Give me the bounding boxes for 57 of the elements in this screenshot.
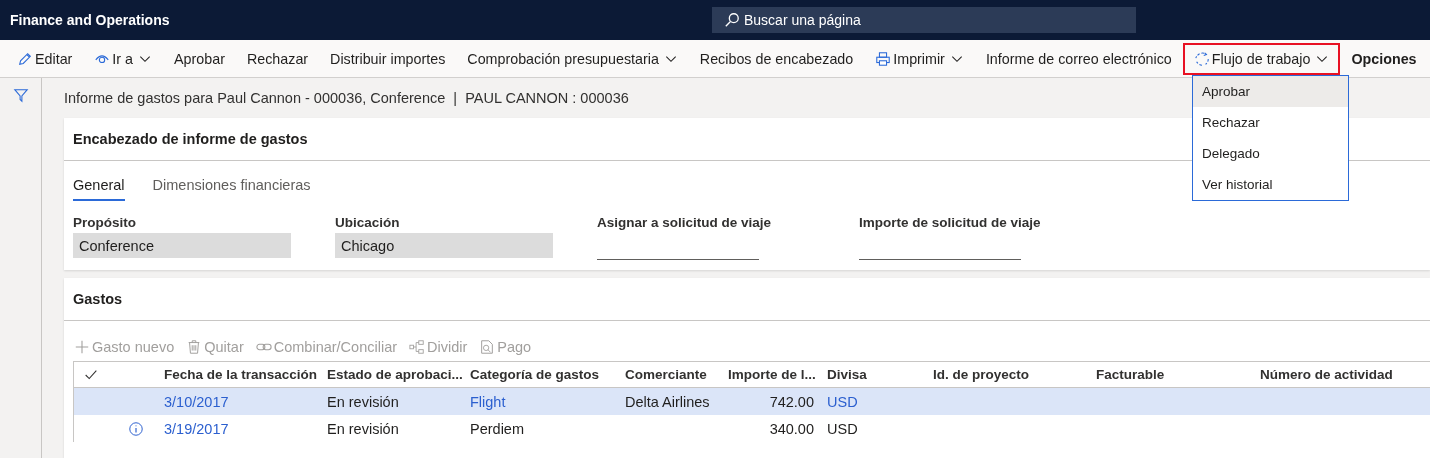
toolbar-button[interactable]: Informe de correo electrónico (974, 42, 1183, 75)
cycle-icon (1193, 50, 1210, 67)
toolbar-button[interactable]: Ir a (83, 42, 164, 75)
input-field[interactable]: Chicago (335, 233, 553, 258)
tab[interactable]: General (73, 177, 125, 201)
table-cell-text: USD (827, 420, 859, 437)
column-header[interactable]: Divisa (827, 367, 933, 382)
split-icon (409, 339, 426, 355)
card-title: Gastos (64, 278, 1430, 321)
column-header[interactable]: Facturable (1096, 367, 1260, 382)
toolbar-button[interactable]: Distribuir importes (319, 42, 457, 75)
toolbar-button[interactable]: Imprimir (864, 42, 975, 75)
toolbar-button[interactable]: Flujo de trabajo (1182, 42, 1341, 75)
app-title: Finance and Operations (10, 12, 171, 28)
field-label: Importe de solicitud de viaje (859, 215, 1042, 231)
table-cell[interactable]: 3/19/2017 (164, 420, 327, 437)
column-header[interactable]: Comerciante (625, 367, 728, 382)
toolbar-button[interactable]: Rechazar (235, 42, 320, 75)
tab[interactable]: Dimensiones financieras (152, 177, 311, 201)
toolbar-button[interactable]: Editar (6, 42, 84, 75)
menu-item[interactable]: Aprobar (1193, 76, 1348, 107)
table-cell-text: 742.00 (768, 393, 815, 410)
column-header[interactable]: Fecha de la transacción (164, 367, 327, 382)
menu-item[interactable]: Rechazar (1193, 107, 1348, 138)
field-label: Ubicación (335, 215, 401, 231)
field-label: Asignar a solicitud de viaje (597, 215, 773, 231)
table-cell[interactable]: 3/10/2017 (164, 393, 327, 410)
search-icon (724, 12, 740, 28)
filter-icon (12, 87, 29, 103)
toolbar-button[interactable]: Comprobación presupuestaria (456, 42, 689, 75)
printer-icon (875, 50, 892, 67)
column-header[interactable]: Id. de proyecto (933, 367, 1096, 382)
table-cell-text: 340.00 (768, 420, 815, 437)
field-label: Propósito (73, 215, 137, 231)
menu-item[interactable]: Ver historial (1193, 169, 1348, 200)
search-field[interactable]: Buscar una página (712, 7, 1136, 33)
table-cell-text: En revisión (327, 420, 400, 437)
page-title: Informe de gastos para Paul Cannon - 000036, Conference | PAUL CANNON : 000036 (64, 90, 629, 106)
table-cell-text: Perdiem (470, 420, 525, 437)
toolbar-button[interactable]: Aprobar (163, 42, 236, 75)
input-field[interactable]: Conference (73, 233, 291, 258)
menu-item[interactable]: Delegado (1193, 138, 1348, 169)
plus-icon (74, 339, 90, 355)
table-cell-text: Delta Airlines (625, 393, 711, 410)
table-row[interactable]: 3/19/2017 En revisión Perdiem 340.00 USD (74, 415, 1430, 442)
document-icon (479, 339, 496, 355)
pencil-icon (17, 50, 33, 67)
column-header[interactable]: Estado de aprobaci... (327, 367, 470, 382)
table-row[interactable]: 3/10/2017 En revisión Flight Delta Airlines 742.00 USD (74, 388, 1430, 415)
toolbar-button[interactable]: Opciones (1340, 42, 1428, 75)
table-cell[interactable]: USD (827, 393, 933, 410)
column-header[interactable]: Categoría de gastos (470, 367, 625, 382)
toolbar-button[interactable]: Recibos de encabezado (688, 42, 865, 75)
table-cell[interactable]: Flight (470, 393, 625, 410)
column-header[interactable]: Número de actividad (1260, 367, 1430, 382)
column-header[interactable]: Importe de l... (728, 367, 827, 382)
table-cell-text: En revisión (327, 393, 400, 410)
